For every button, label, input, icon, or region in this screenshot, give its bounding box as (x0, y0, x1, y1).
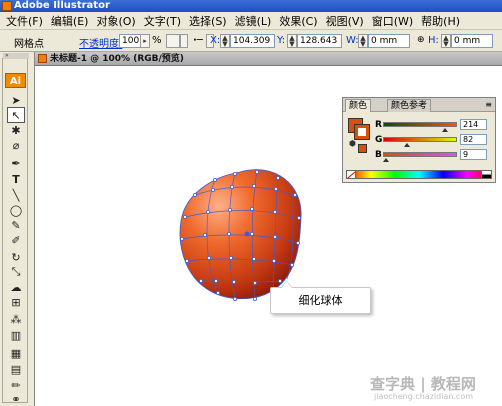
channel-b-label: B (375, 150, 382, 160)
document-title: 未标题-1 @ 100% (RGB/预览) (50, 54, 184, 64)
control-bar: 网格点 不透明度: 100 ▸ % ·─ X: ▲▼ 104.309 mm Y:… (0, 30, 502, 52)
warp-icon[interactable]: ☁ (7, 279, 25, 295)
watermark-title: 查字典 | 教程网 (370, 375, 476, 393)
menu-filter[interactable]: 滤镜(L) (233, 13, 278, 29)
opacity-unit: % (152, 35, 162, 46)
watermark: 查字典 | 教程网 jiaocheng.chazidian.com (370, 376, 500, 404)
w-input[interactable]: 0 mm (368, 34, 410, 48)
mesh-icon[interactable]: ▦ (7, 345, 25, 361)
toolbox: » Ai ➤ ↖ ✱ ⌀ ✒ T ╲ ◯ ✎ ✐ ↻ ⤡ ☁ ⊞ ⁂ ▥ ▦ ▤… (2, 53, 29, 406)
magic-wand-icon[interactable]: ✱ (7, 122, 25, 138)
opacity-dropdown-icon[interactable]: ▸ (140, 34, 150, 48)
channel-r-input[interactable]: 214 (460, 119, 487, 130)
free-transform-icon[interactable]: ⊞ (7, 294, 25, 310)
selection-icon[interactable]: ➤ (7, 92, 25, 108)
x-label: X: (210, 35, 221, 46)
channel-g-slider[interactable] (383, 137, 457, 142)
ai-logo: Ai (5, 73, 26, 88)
channel-r-slider[interactable] (383, 122, 457, 127)
selected-mesh-point[interactable] (244, 231, 250, 237)
document-icon (38, 54, 47, 63)
pencil-icon[interactable]: ✐ (7, 232, 25, 248)
h-stepper[interactable]: ▲ ▼ (441, 34, 451, 48)
opacity-link[interactable]: 不透明度: (79, 35, 122, 50)
mode-label: 网格点 (14, 39, 44, 50)
w-stepper[interactable]: ▲ ▼ (358, 34, 368, 48)
style-swatch-button[interactable] (166, 34, 180, 48)
line-icon[interactable]: ╲ (7, 187, 25, 203)
h-label: H: (428, 35, 439, 46)
color-panel: 颜色 颜色参考 ≡ ⬢ R 214 G 82 B 9 (342, 97, 496, 183)
stroke-swatch[interactable] (354, 124, 370, 140)
menu-effect[interactable]: 效果(C) (277, 13, 323, 29)
tab-color-guide[interactable]: 颜色参考 (387, 99, 432, 112)
window-title: Adobe Illustrator (14, 0, 110, 11)
annotation-callout: 细化球体 (270, 280, 371, 314)
app-icon (2, 1, 12, 11)
type-icon[interactable]: T (7, 171, 25, 187)
channel-r-label: R (375, 120, 382, 130)
direct-selection-icon[interactable]: ↖ (7, 107, 25, 123)
channel-r-thumb[interactable] (442, 128, 449, 132)
reference-point-icon[interactable]: ·─ (193, 35, 203, 46)
menu-view[interactable]: 视图(V) (324, 13, 370, 29)
document-tab[interactable]: 未标题-1 @ 100% (RGB/预览) (35, 52, 502, 66)
callout-text: 细化球体 (298, 294, 343, 307)
menu-window[interactable]: 窗口(W) (370, 13, 419, 29)
scale-icon[interactable]: ⤡ (7, 264, 25, 280)
y-stepper[interactable]: ▲ ▼ (287, 34, 297, 48)
tab-color[interactable]: 颜色 (345, 99, 372, 112)
channel-g-input[interactable]: 82 (460, 134, 487, 145)
color-panel-tabs: 颜色 颜色参考 ≡ (343, 98, 495, 112)
menu-file[interactable]: 文件(F) (4, 13, 49, 29)
channel-g-label: G (375, 135, 383, 145)
watermark-url: jiaocheng.chazidian.com (374, 392, 474, 401)
menu-edit[interactable]: 编辑(E) (49, 13, 95, 29)
menu-type[interactable]: 文字(T) (142, 13, 187, 29)
black-white-swatch[interactable] (481, 170, 492, 179)
graph-icon[interactable]: ▥ (7, 327, 25, 343)
x-input[interactable]: 104.309 mm (230, 34, 275, 48)
none-color-swatch[interactable] (346, 170, 356, 179)
paintbrush-icon[interactable]: ✎ (7, 217, 25, 233)
x-stepper[interactable]: ▲ ▼ (220, 34, 230, 48)
rotate-icon[interactable]: ↻ (7, 249, 25, 265)
ellipse-icon[interactable]: ◯ (7, 202, 25, 218)
lasso-icon[interactable]: ⌀ (7, 137, 25, 153)
toolbox-grip[interactable]: » (3, 53, 29, 59)
link-proportions-icon[interactable]: ⊕ (417, 35, 425, 45)
channel-b-slider[interactable] (383, 152, 457, 157)
out-of-gamut-icon[interactable]: ⬢ (349, 139, 356, 148)
h-input[interactable]: 0 mm (451, 34, 493, 48)
menu-object[interactable]: 对象(O) (94, 13, 141, 29)
blend-icon[interactable]: ⚭ (7, 391, 25, 406)
style-dropdown-icon[interactable] (180, 34, 188, 48)
y-label: Y: (277, 35, 286, 46)
channel-b-thumb[interactable] (382, 158, 389, 162)
channel-g-thumb[interactable] (403, 143, 410, 147)
menu-select[interactable]: 选择(S) (187, 13, 233, 29)
menu-help[interactable]: 帮助(H) (419, 13, 466, 29)
opacity-input[interactable]: 100 (119, 34, 141, 48)
y-input[interactable]: 128.643 mm (297, 34, 342, 48)
gamut-swatch[interactable] (358, 144, 367, 153)
title-bar: Adobe Illustrator (0, 0, 502, 12)
panel-menu-icon[interactable]: ≡ (485, 100, 492, 109)
pen-icon[interactable]: ✒ (7, 155, 25, 171)
gradient-icon[interactable]: ▤ (7, 361, 25, 377)
color-spectrum-bar[interactable] (346, 170, 492, 179)
menu-bar: 文件(F) 编辑(E) 对象(O) 文字(T) 选择(S) 滤镜(L) 效果(C… (0, 12, 502, 30)
w-label: W: (346, 35, 359, 46)
symbol-sprayer-icon[interactable]: ⁂ (7, 311, 25, 327)
channel-b-input[interactable]: 9 (460, 149, 487, 160)
